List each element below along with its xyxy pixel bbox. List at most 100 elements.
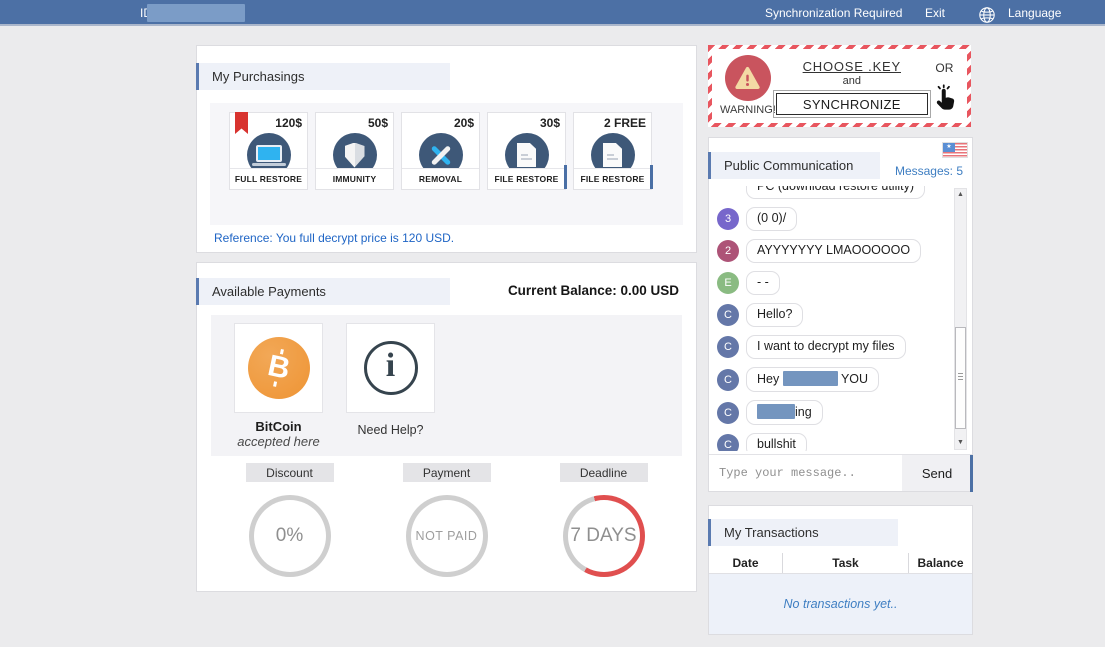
warning-box: WARNING! CHOOSE .KEY and SYNCHRONIZE OR xyxy=(708,45,971,127)
product-label: FILE RESTORE xyxy=(574,168,651,189)
stat-ring-payment: NOT PAID xyxy=(405,495,488,577)
id-redacted-value xyxy=(147,4,245,22)
file-icon xyxy=(517,143,536,167)
language-button[interactable]: Language xyxy=(1008,6,1061,20)
warning-icon xyxy=(724,55,771,101)
product-price: 120$ xyxy=(275,116,302,130)
stat-label: Discount xyxy=(245,463,334,482)
product-card-removal[interactable]: 20$ REMOVAL xyxy=(401,112,480,190)
flag-icon xyxy=(942,142,968,158)
bitcoin-sublabel: accepted here xyxy=(237,434,320,449)
messages-counter: Messages: 5 xyxy=(894,164,963,178)
product-price: 2 FREE xyxy=(603,116,646,130)
bookmark-ribbon-icon xyxy=(235,112,248,134)
bitcoin-tile[interactable] xyxy=(234,323,323,413)
avatar: C xyxy=(717,336,739,358)
no-transactions-text: No transactions yet.. xyxy=(783,597,898,611)
payment-methods-area: BitCoin accepted here Need Help? xyxy=(211,315,682,456)
column-balance: Balance xyxy=(917,556,964,570)
product-label: IMMUNITY xyxy=(316,168,393,189)
and-label: and xyxy=(842,75,861,87)
product-label: FILE RESTORE xyxy=(488,168,565,189)
chat-message-row: C Hey YOU xyxy=(717,367,955,392)
column-date: Date xyxy=(709,553,783,573)
scroll-up-icon[interactable]: ▲ xyxy=(955,189,966,201)
input-accent-bar xyxy=(970,455,973,492)
stat-label: Deadline xyxy=(559,463,648,482)
product-price: 20$ xyxy=(453,116,474,130)
product-price: 50$ xyxy=(367,116,388,130)
chat-message-row: Cing xyxy=(717,400,955,425)
exit-button[interactable]: Exit xyxy=(925,6,945,20)
chat-title: Public Communication xyxy=(708,152,880,179)
chat-scrollbar[interactable]: ▲ ▼ xyxy=(954,188,967,450)
avatar: C xyxy=(717,434,739,451)
chat-bubble: ing xyxy=(746,400,823,425)
chat-message-row: C I want to decrypt my files xyxy=(717,335,955,359)
current-balance: Current Balance: 0.00 USD xyxy=(507,283,679,298)
stat-value: 0% xyxy=(275,525,304,546)
redacted-text xyxy=(757,404,795,419)
file-icon xyxy=(603,143,622,167)
chat-bubble: I want to decrypt my files xyxy=(746,335,906,359)
chat-message-row: Cbullshit xyxy=(717,433,955,451)
stat-ring-discount: 0% xyxy=(248,495,331,577)
send-button[interactable]: Send xyxy=(902,455,972,491)
chat-bubble: bullshit xyxy=(746,433,807,451)
purchasings-panel: My Purchasings 120$ FULL RESTORE 50$ IMMUNI… xyxy=(196,45,697,253)
product-label: FULL RESTORE xyxy=(230,168,307,189)
chat-bubble: PC (download restore utility) xyxy=(746,186,926,199)
transactions-title: My Transactions xyxy=(708,519,898,546)
transactions-table-header: Date Task Balance xyxy=(709,553,972,574)
info-icon xyxy=(363,341,418,395)
chat-panel: Public Communication Messages: 5 PC (dow… xyxy=(708,137,973,492)
avatar: 3 xyxy=(717,208,739,230)
scroll-down-icon[interactable]: ▼ xyxy=(955,437,966,449)
stat-label: Payment xyxy=(402,463,491,482)
avatar: C xyxy=(717,304,739,326)
chat-message-row: C Hello? xyxy=(717,303,955,327)
or-label: OR xyxy=(935,61,954,75)
purchasing-cards: 120$ FULL RESTORE 50$ IMMUNITY 20$ REMOVAL 30$… xyxy=(210,103,683,225)
chat-bubble: AYYYYYYY LMAOOOOOO xyxy=(746,239,922,263)
warning-label: WARNING! xyxy=(720,104,776,116)
transactions-panel: My Transactions Date Task Balance No tra… xyxy=(708,505,973,635)
payment-stats: Discount 0% Payment NOT PAID Deadline 7 DAYS xyxy=(211,463,682,577)
stat-value: NOT PAID xyxy=(415,529,478,543)
scrollbar-thumb[interactable] xyxy=(955,327,966,429)
chat-message-list: PC (download restore utility) 3 (0 0)/ 2 AYY… xyxy=(717,186,955,451)
product-card-file-restore[interactable]: 30$ FILE RESTORE xyxy=(487,112,567,190)
chat-message-row: PC (download restore utility) xyxy=(717,186,955,199)
payments-title: Available Payments xyxy=(196,278,450,305)
redacted-text xyxy=(782,371,838,386)
stat-value: 7 DAYS xyxy=(570,525,637,546)
globe-icon xyxy=(978,6,996,24)
product-price: 30$ xyxy=(539,116,560,130)
stat-ring-deadline: 7 DAYS xyxy=(562,495,645,577)
stat-discount: Discount 0% xyxy=(211,463,368,577)
chat-bubble: (0 0)/ xyxy=(746,207,798,231)
bitcoin-label: BitCoin xyxy=(255,419,302,434)
shield-icon xyxy=(344,142,365,168)
product-card-immunity[interactable]: 50$ IMMUNITY xyxy=(315,112,394,190)
need-help-label: Need Help? xyxy=(357,423,424,437)
transactions-empty-area: No transactions yet.. xyxy=(709,574,972,634)
payments-panel: Available Payments Current Balance: 0.00… xyxy=(196,262,697,592)
synchronize-button[interactable]: SYNCHRONIZE xyxy=(772,90,931,118)
click-hand-icon xyxy=(929,83,959,118)
chat-bubble: Hello? xyxy=(746,303,804,327)
choose-key-link[interactable]: CHOOSE .KEY xyxy=(803,59,901,74)
product-card-file-restore[interactable]: 2 FREE FILE RESTORE xyxy=(573,112,653,190)
chat-message-input[interactable] xyxy=(709,455,902,491)
chat-message-row: E- - xyxy=(717,271,955,295)
product-card-full-restore[interactable]: 120$ FULL RESTORE xyxy=(229,112,308,190)
need-help-tile[interactable] xyxy=(346,323,435,413)
stat-payment: Payment NOT PAID xyxy=(368,463,525,577)
sync-status: Synchronization Required xyxy=(765,6,903,20)
avatar: E xyxy=(717,272,739,294)
chat-message-row: 3 (0 0)/ xyxy=(717,207,955,231)
reference-text: Reference: You full decrypt price is 120… xyxy=(214,231,455,245)
product-label: REMOVAL xyxy=(402,168,479,189)
topbar: ID: Synchronization Required Exit Langua… xyxy=(0,0,1105,26)
stat-deadline: Deadline 7 DAYS xyxy=(525,463,682,577)
